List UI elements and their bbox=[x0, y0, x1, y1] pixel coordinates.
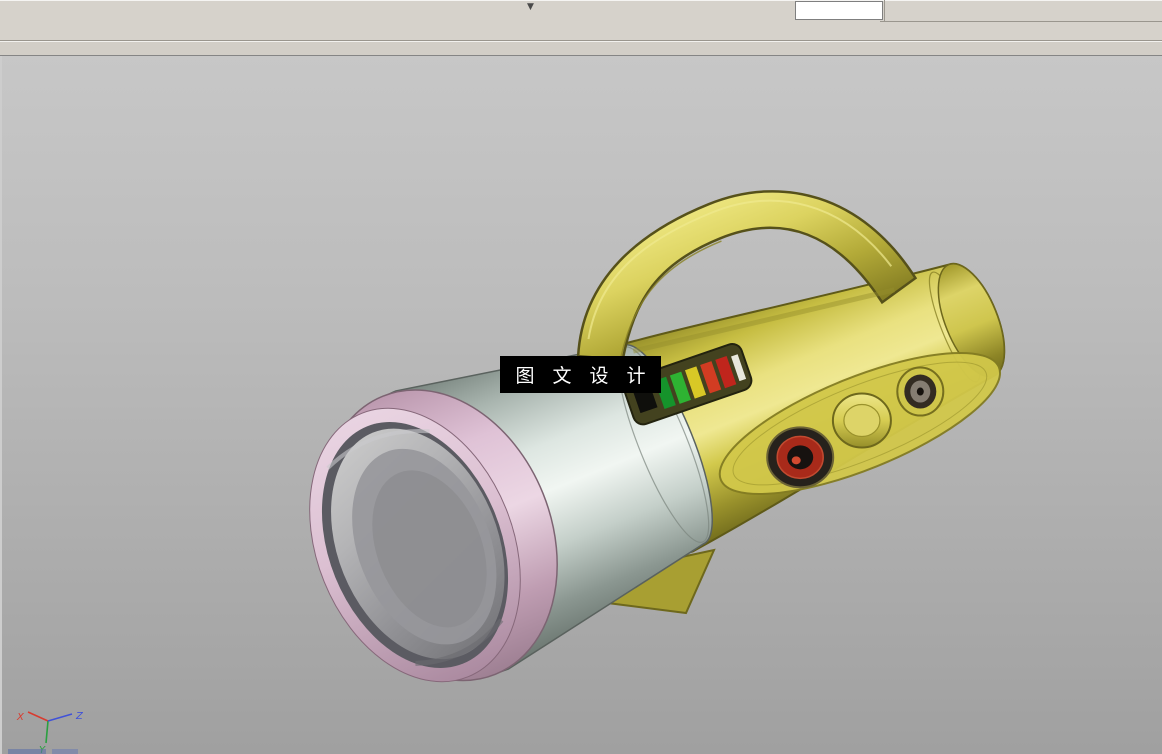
toolbar-separator bbox=[880, 21, 1162, 22]
toolbar-row-3 bbox=[0, 41, 1162, 56]
bottom-edge-artifact bbox=[8, 749, 46, 754]
charge-port-pin bbox=[916, 387, 924, 396]
power-button-glint bbox=[791, 456, 801, 465]
power-button-center bbox=[787, 445, 814, 470]
power-button[interactable] bbox=[766, 426, 835, 489]
mode-knob-inner bbox=[843, 403, 881, 438]
triad-x-axis bbox=[27, 711, 49, 722]
toolbar-separator bbox=[884, 0, 885, 21]
triad-x-label: X bbox=[16, 712, 25, 723]
watermark: 图 文 设 计 bbox=[500, 356, 661, 393]
watermark-text: 图 文 设 计 bbox=[515, 365, 652, 387]
toolbar-dropdown-arrow-icon[interactable]: ▼ bbox=[527, 2, 534, 12]
toolbar-text-field[interactable] bbox=[795, 1, 883, 20]
flashlight-model[interactable] bbox=[247, 119, 1052, 720]
bottom-edge-artifact bbox=[52, 749, 78, 754]
mode-knob[interactable] bbox=[831, 392, 892, 449]
toolbar-row-1 bbox=[0, 0, 1162, 19]
triad-z-axis bbox=[47, 713, 73, 722]
charge-port[interactable] bbox=[896, 366, 945, 417]
triad-y-axis bbox=[45, 720, 49, 744]
app-window: ▼ X Z 图 文 设 计 bbox=[0, 0, 1162, 754]
orientation-triad: X Y Z bbox=[16, 711, 84, 754]
triad-z-label: Z bbox=[75, 711, 84, 722]
